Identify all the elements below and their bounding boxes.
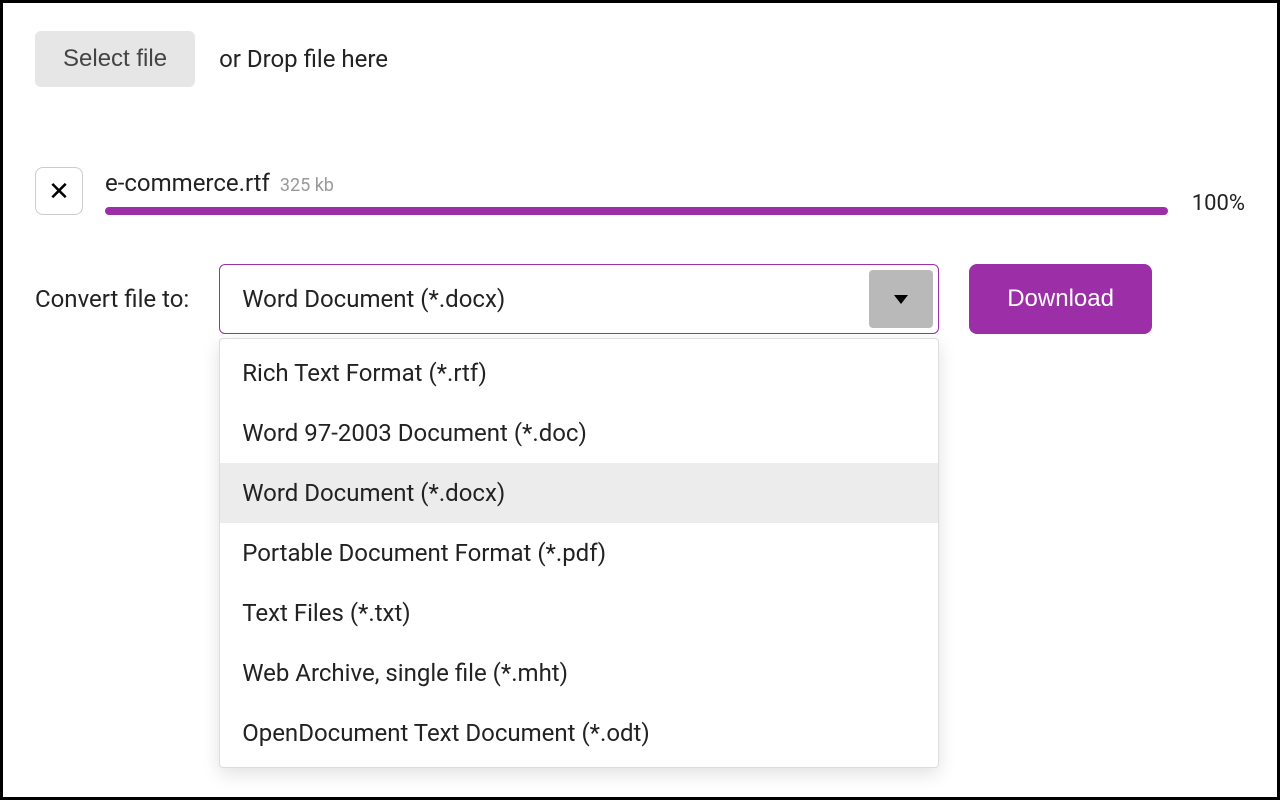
format-option[interactable]: Word 97-2003 Document (*.doc) bbox=[220, 403, 938, 463]
file-main: e-commerce.rtf 325 kb bbox=[105, 169, 1168, 215]
file-size: 325 kb bbox=[280, 175, 334, 196]
upload-progress-percent: 100% bbox=[1192, 191, 1245, 216]
convert-row: Convert file to: Word Document (*.docx) … bbox=[35, 264, 1245, 334]
close-icon: ✕ bbox=[48, 178, 70, 204]
format-select[interactable]: Word Document (*.docx) bbox=[219, 264, 939, 334]
drop-file-hint: or Drop file here bbox=[219, 45, 388, 73]
app-frame: Select file or Drop file here ✕ e-commer… bbox=[0, 0, 1280, 800]
format-option[interactable]: Text Files (*.txt) bbox=[220, 583, 938, 643]
download-button[interactable]: Download bbox=[969, 264, 1152, 334]
format-select-value: Word Document (*.docx) bbox=[220, 265, 864, 333]
remove-file-button[interactable]: ✕ bbox=[35, 167, 83, 215]
upload-progress-bar bbox=[105, 207, 1168, 215]
format-option[interactable]: Portable Document Format (*.pdf) bbox=[220, 523, 938, 583]
file-name: e-commerce.rtf bbox=[105, 169, 270, 197]
format-select-toggle[interactable] bbox=[869, 270, 933, 328]
format-option[interactable]: Web Archive, single file (*.mht) bbox=[220, 643, 938, 703]
convert-label: Convert file to: bbox=[35, 285, 189, 313]
format-select-wrap: Word Document (*.docx) Rich Text Format … bbox=[219, 264, 939, 334]
file-entry: ✕ e-commerce.rtf 325 kb 100% bbox=[35, 167, 1245, 216]
select-file-button[interactable]: Select file bbox=[35, 31, 195, 87]
chevron-down-icon bbox=[894, 295, 908, 304]
format-dropdown: Rich Text Format (*.rtf) Word 97-2003 Do… bbox=[219, 338, 939, 768]
file-info: e-commerce.rtf 325 kb 100% bbox=[105, 167, 1245, 216]
format-option[interactable]: OpenDocument Text Document (*.odt) bbox=[220, 703, 938, 763]
format-option[interactable]: Word Document (*.docx) bbox=[220, 463, 938, 523]
file-name-row: e-commerce.rtf 325 kb bbox=[105, 169, 1168, 197]
upload-row: Select file or Drop file here bbox=[35, 31, 1245, 87]
format-option[interactable]: Rich Text Format (*.rtf) bbox=[220, 343, 938, 403]
